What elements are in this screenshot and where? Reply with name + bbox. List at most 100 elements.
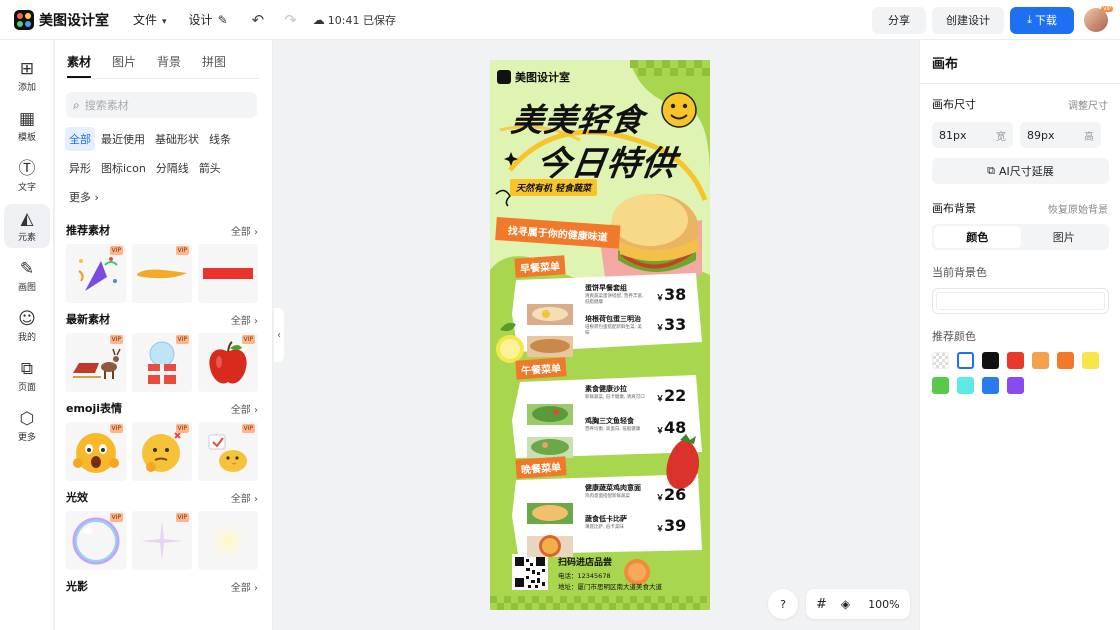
help-button[interactable]: ? [768,589,798,619]
swatch-black[interactable] [982,352,999,369]
poster-brand[interactable]: 美图设计室 [497,69,570,85]
nav-page[interactable]: ⧉ 页面 [4,354,50,398]
menu-item-price: ￥22 [656,386,686,405]
tab-backgrounds[interactable]: 背景 [157,53,181,78]
sparkle-effect[interactable]: VIP [132,511,192,570]
swatch-purple[interactable] [1007,377,1024,394]
download-button[interactable]: ⤓ 下载 [1010,6,1074,34]
avatar[interactable]: VIP [1084,6,1113,32]
chip-dividers[interactable]: 分隔线 [152,156,193,180]
see-all-link[interactable]: 全部 › [231,579,258,594]
design-canvas[interactable]: 美图设计室 美美轻食 今日特供 天然有机 轻食蔬菜 找寻属于你的健康味道 早餐菜… [490,60,710,610]
menu-item-desc: 薄底比萨, 低卡美味 [585,525,624,530]
tab-materials[interactable]: 素材 [67,53,92,78]
logo-icon [14,9,34,30]
glow-effect[interactable] [198,511,258,570]
bg-image-tab[interactable]: 图片 [1021,226,1108,248]
ai-extend-button[interactable]: ⧉ AI尺寸延展 [932,158,1109,184]
layers-icon[interactable]: ◈ [841,597,850,611]
share-button[interactable]: 分享 [872,6,926,34]
recommended-colors-label: 推荐颜色 [932,330,976,343]
nav-mine[interactable]: ☺ 我的 [4,304,50,348]
app-logo[interactable]: 美图设计室 [14,9,109,30]
properties-panel: 画布 画布尺寸 调整尺寸 81px 宽 89px 高 ⧉ AI尺寸延展 画布背景 恢… [919,40,1120,630]
menu-item-desc: 清爽蔬菜蛋饼搭配, 营养丰富, 低脂健康 [585,294,644,305]
width-field[interactable]: 81px 宽 [932,122,1013,148]
nav-add[interactable]: ⊞ 添加 [4,54,50,98]
redo-icon[interactable]: ↷ [284,11,297,29]
nav-add-label: 添加 [17,82,36,93]
swatch-yellow[interactable] [1082,352,1099,369]
chip-lines[interactable]: 线条 [205,127,235,151]
design-menu[interactable]: 设计 ✎ [189,11,230,28]
poster-section-title[interactable]: 早餐菜单 [514,255,566,278]
menu-item[interactable]: 蔬食低卡比萨 薄底比萨, 低卡美味 ￥39 [585,514,701,540]
poster-contact[interactable]: 扫码进店品尝 电话：12345678 地址：厦门市思明区南大道美食大道 [558,555,708,591]
see-all-link[interactable]: 全部 › [231,401,258,416]
swatch-cyan[interactable] [957,377,974,394]
nav-draw[interactable]: ✎ 画图 [4,254,50,298]
gift-globe-sticker[interactable]: VIP [132,333,192,392]
chip-irregular[interactable]: 异形 [65,156,95,180]
see-all-link[interactable]: 全部 › [231,312,258,327]
nav-more[interactable]: ⬡ 更多 [4,404,50,448]
see-all-link[interactable]: 全部 › [231,490,258,505]
swatch-green[interactable] [932,377,949,394]
menu-item[interactable]: 蛋饼早餐套组 清爽蔬菜蛋饼搭配, 营养丰富, 低脂健康 ￥38 [585,283,701,309]
chip-all[interactable]: 全部 [65,127,95,151]
tab-images[interactable]: 图片 [112,53,136,78]
menu-item-desc: 新鲜蔬菜, 低卡健康, 清爽可口 [585,395,645,400]
bg-color-tab[interactable]: 颜色 [934,226,1021,248]
menu-item[interactable]: 健康蔬菜鸡肉意面 鸡肉意面搭配新鲜蔬菜 ￥26 [585,483,701,509]
poster-section-title[interactable]: 午餐菜单 [515,357,567,380]
height-unit: 高 [1084,131,1094,143]
restore-bg-link[interactable]: 恢复原始背景 [1048,201,1108,216]
height-field[interactable]: 89px 高 [1020,122,1101,148]
bubble-effect[interactable]: VIP [66,511,126,570]
apple-sticker[interactable]: VIP [198,333,258,392]
search-input[interactable]: ⌕ 搜索素材 [66,92,257,118]
reindeer-sleigh-sticker[interactable]: VIP [66,333,126,392]
chip-arrows[interactable]: 箭头 [195,156,225,180]
swatch-red[interactable] [1007,352,1024,369]
menu-item[interactable]: 培根荷包蛋三明治 培根荷包蛋搭配新鲜生菜, 美味 ￥33 [585,314,701,340]
swatch-blue[interactable] [982,377,999,394]
menu-item[interactable]: 素食健康沙拉 新鲜蔬菜, 低卡健康, 清爽可口 ￥22 [585,384,701,410]
swatch-orange[interactable] [1057,352,1074,369]
red-bar-sticker[interactable] [198,244,258,303]
section-title: 推荐素材 [66,224,110,237]
nav-more-label: 更多 [17,432,36,443]
grid-icon[interactable]: # [816,597,827,612]
swatch-transparent[interactable] [932,352,949,369]
chip-recent[interactable]: 最近使用 [97,127,149,151]
chip-more[interactable]: 更多 › [65,185,103,209]
see-all-link[interactable]: 全部 › [231,223,258,238]
menu-item[interactable]: 鸡胸三文鱼轻食 营养均衡, 高蛋白, 低脂健康 ￥48 [585,416,701,442]
poster-headline-1[interactable]: 美美轻食 [509,95,647,141]
poster-headline-2[interactable]: 今日特供 [534,136,681,185]
nav-mine-label: 我的 [17,332,36,343]
current-bg-swatch[interactable] [932,288,1109,314]
thinking-face-emoji[interactable]: VIP [132,422,192,481]
zoom-level[interactable]: 100% [868,598,899,611]
chip-basic-shapes[interactable]: 基础形状 [151,127,203,151]
chip-icons[interactable]: 图标icon [97,156,150,180]
shapes-icon: ◭ [20,208,34,229]
scared-face-emoji[interactable]: VIP [66,422,126,481]
nav-template[interactable]: ▦ 模板 [4,104,50,148]
party-popper-sticker[interactable]: VIP [66,244,126,303]
nav-elements[interactable]: ◭ 元素 [4,204,50,248]
tab-collage[interactable]: 拼图 [202,53,226,78]
poster-section-title[interactable]: 晚餐菜单 [515,456,567,479]
file-menu[interactable]: 文件 ▾ [133,11,169,28]
chick-emoji[interactable]: VIP [198,422,258,481]
nav-text[interactable]: Ⓣ 文字 [4,154,50,198]
undo-icon[interactable]: ↶ [252,11,265,29]
brush-stroke-sticker[interactable]: VIP [132,244,192,303]
collapse-panel-button[interactable]: ‹ [274,308,284,362]
adjust-size-link[interactable]: 调整尺寸 [1068,97,1108,112]
swatch-light-orange[interactable] [1032,352,1049,369]
swatch-white[interactable] [957,352,974,369]
poster-tagline[interactable]: 天然有机 轻食蔬菜 [510,179,598,196]
create-design-button[interactable]: 创建设计 [932,6,1004,34]
